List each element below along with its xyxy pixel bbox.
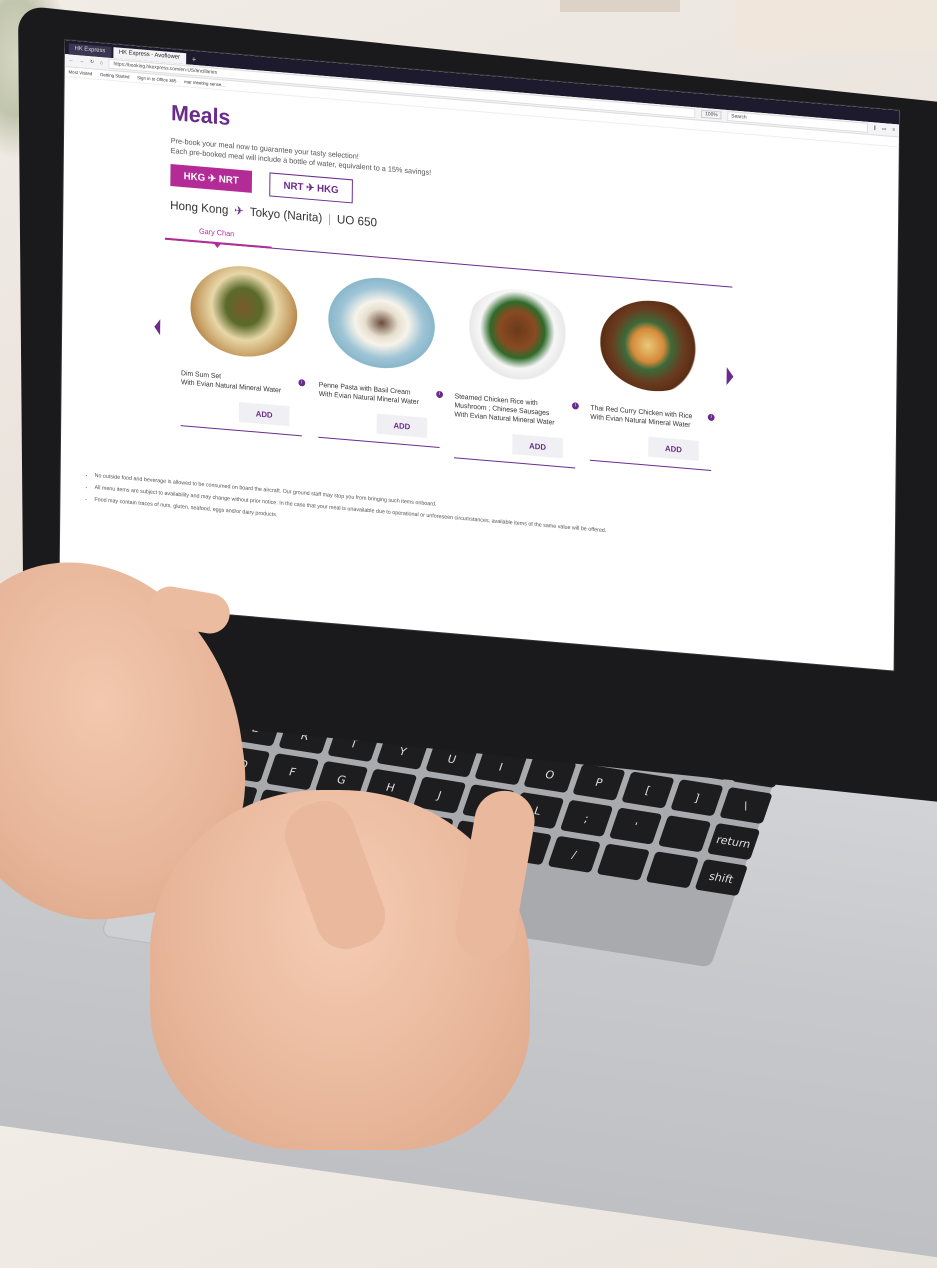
meal-name: Penne Pasta with Basil Cream With Evian … [319,381,444,409]
card-divider [454,457,576,469]
keyboard-key[interactable]: ' [608,807,663,845]
meal-image [327,273,436,373]
plane-icon: ✈ [234,203,245,219]
info-icon[interactable]: i [571,402,579,410]
meal-image [599,296,707,396]
bookmark-item[interactable]: Sign in to Office 365 [137,75,176,83]
keyboard-key[interactable]: F [265,753,320,791]
info-icon[interactable]: i [707,413,715,422]
add-meal-button[interactable]: ADD [376,413,428,438]
home-icon[interactable]: ⌂ [100,60,103,66]
add-meal-button[interactable]: ADD [512,434,563,459]
bookmark-item[interactable]: mar meeting sense... [184,79,225,87]
route-to: Tokyo (Narita) [249,204,323,225]
route-button-return[interactable]: NRT ✈ HKG [269,172,353,204]
reload-icon[interactable]: ↻ [90,59,94,65]
meal-card: Penne Pasta with Basil Cream With Evian … [318,273,444,448]
route-button-outbound[interactable]: HKG ✈ NRT [170,164,253,193]
keyboard-key[interactable] [645,851,699,889]
keyboard-key[interactable]: / [547,835,601,873]
meal-drink: With Evian Natural Mineral Water [180,379,282,395]
passenger-tab[interactable]: Gary Chan [199,226,234,238]
route-from: Hong Kong [170,198,229,217]
route-divider: | [327,211,332,226]
background-lamp [735,0,937,50]
meal-card: Thai Red Curry Chicken with Rice With Ev… [589,296,716,471]
meal-image [190,261,298,361]
meal-name: Thai Red Curry Chicken with Rice With Ev… [590,404,715,432]
keyboard-key[interactable]: P [572,763,626,801]
zoom-level[interactable]: 100% [701,109,722,120]
card-divider [180,425,302,437]
card-divider [589,459,712,471]
new-tab-icon[interactable]: + [188,53,200,65]
keyboard-key[interactable]: [ [621,771,675,809]
meal-card: Steamed Chicken Rice with Mushroom ; Chi… [454,284,580,469]
library-icon[interactable]: ⫼ [874,125,876,131]
back-icon[interactable]: ← [69,57,74,63]
keyboard-key[interactable] [596,843,650,881]
caret-down-icon [213,242,222,249]
meal-card: Dim Sum Set With Evian Natural Mineral W… [180,261,307,437]
menu-icon[interactable]: ≡ [892,127,895,133]
sidebar-icon[interactable]: ▭ [882,126,887,132]
carousel-next-icon[interactable] [726,367,734,386]
background-shadow [560,0,680,12]
bookmark-item[interactable]: Getting Started [100,72,129,79]
card-divider [318,436,440,448]
meal-name: Steamed Chicken Rice with Mushroom ; Chi… [454,392,579,429]
info-icon[interactable]: i [436,390,444,399]
bookmark-item[interactable]: Most Visited [69,69,93,76]
add-meal-button[interactable]: ADD [238,402,290,427]
meal-image [463,284,572,384]
carousel-prev-icon[interactable] [154,318,161,336]
add-meal-button[interactable]: ADD [648,436,699,461]
keyboard-key[interactable]: ] [670,779,724,817]
info-icon[interactable]: i [298,379,306,387]
keyboard-key[interactable]: ; [559,799,614,837]
keyboard-key[interactable] [657,815,712,853]
forward-icon[interactable]: → [79,58,84,64]
laptop-screen: HK Express HK Express - Avoflower + ← → … [59,40,900,671]
meal-name: Dim Sum Set With Evian Natural Mineral W… [180,369,306,397]
flight-number: UO 650 [336,212,378,230]
meals-page: Meals Pre-book your meal now to guarante… [61,77,899,542]
